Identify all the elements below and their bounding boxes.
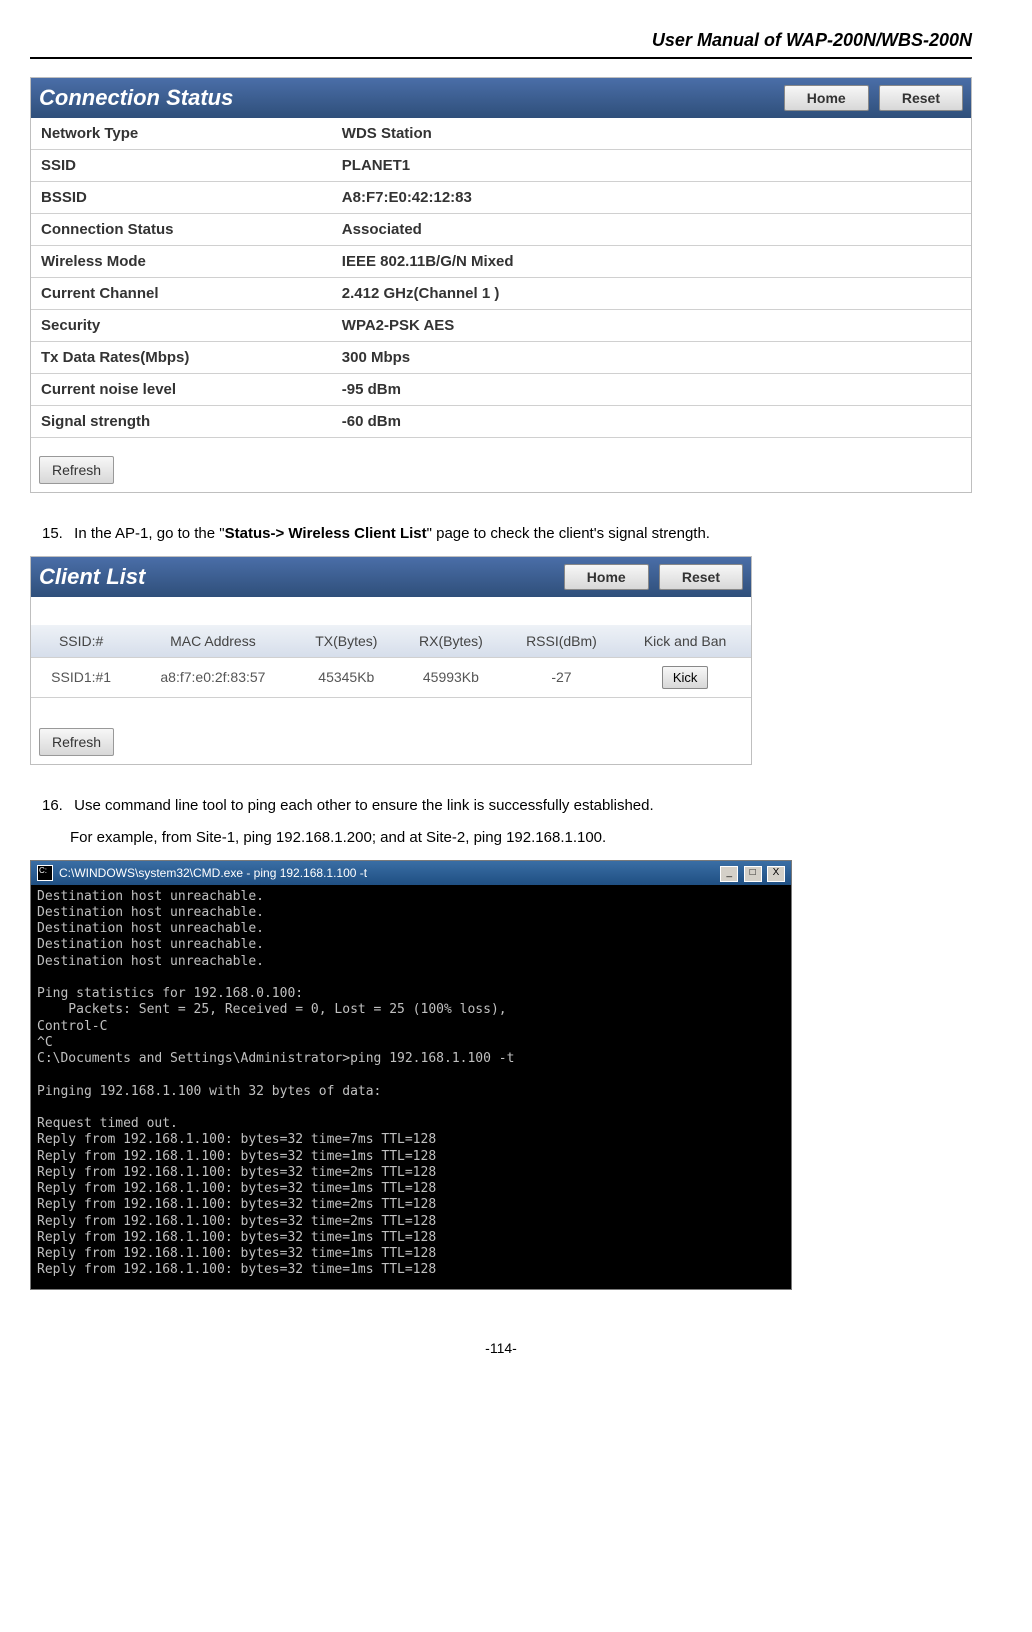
table-row: SSID1:#1 a8:f7:e0:2f:83:57 45345Kb 45993… [31,657,751,697]
row-value: WPA2-PSK AES [332,310,971,342]
panel-title: Connection Status [39,85,233,111]
step-number: 15. [42,523,70,546]
row-label: Connection Status [31,214,332,246]
column-header: MAC Address [131,625,294,658]
row-value: A8:F7:E0:42:12:83 [332,182,971,214]
row-label: Tx Data Rates(Mbps) [31,342,332,374]
step-text: In the AP-1, go to the " [74,525,224,542]
table-row: Current Channel2.412 GHz(Channel 1 ) [31,278,971,310]
step-16: 16. Use command line tool to ping each o… [42,795,972,818]
row-label: Wireless Mode [31,246,332,278]
reset-button[interactable]: Reset [879,85,963,111]
status-table: Network TypeWDS StationSSIDPLANET1BSSIDA… [31,118,971,438]
cell-mac: a8:f7:e0:2f:83:57 [131,657,294,697]
panel-header: Connection Status Home Reset [31,78,971,118]
row-label: SSID [31,150,332,182]
home-button[interactable]: Home [564,564,649,590]
kick-button[interactable]: Kick [662,666,709,689]
step-number: 16. [42,795,70,818]
doc-header: User Manual of WAP-200N/WBS-200N [30,30,972,59]
step-16b: For example, from Site-1, ping 192.168.1… [70,827,972,850]
row-label: Current Channel [31,278,332,310]
page-number: -114- [30,1340,972,1356]
panel-header: Client List Home Reset [31,557,751,597]
maximize-button[interactable]: □ [744,866,762,882]
column-header: TX(Bytes) [295,625,399,658]
reset-button[interactable]: Reset [659,564,743,590]
step-text-b: " page to check the client's signal stre… [427,525,710,542]
table-row: Wireless ModeIEEE 802.11B/G/N Mixed [31,246,971,278]
refresh-button[interactable]: Refresh [39,728,114,756]
cell-ssid: SSID1:#1 [31,657,131,697]
row-value: 2.412 GHz(Channel 1 ) [332,278,971,310]
step-text: Use command line tool to ping each other… [74,797,653,814]
column-header: RSSI(dBm) [504,625,619,658]
client-table: SSID:#MAC AddressTX(Bytes)RX(Bytes)RSSI(… [31,625,751,698]
table-row: SSIDPLANET1 [31,150,971,182]
row-value: -95 dBm [332,374,971,406]
cell-tx: 45345Kb [295,657,399,697]
cmd-titlebar: C:\WINDOWS\system32\CMD.exe - ping 192.1… [31,861,791,885]
connection-status-panel: Connection Status Home Reset Network Typ… [30,77,972,493]
row-label: Network Type [31,118,332,150]
row-label: Current noise level [31,374,332,406]
table-row: SecurityWPA2-PSK AES [31,310,971,342]
column-header: SSID:# [31,625,131,658]
row-value: WDS Station [332,118,971,150]
cmd-window: C:\WINDOWS\system32\CMD.exe - ping 192.1… [30,860,792,1290]
table-row: Current noise level-95 dBm [31,374,971,406]
row-value: -60 dBm [332,406,971,438]
table-row: BSSIDA8:F7:E0:42:12:83 [31,182,971,214]
close-button[interactable]: X [767,866,785,882]
row-value: IEEE 802.11B/G/N Mixed [332,246,971,278]
refresh-button[interactable]: Refresh [39,456,114,484]
row-value: Associated [332,214,971,246]
table-row: Signal strength-60 dBm [31,406,971,438]
table-row: Connection StatusAssociated [31,214,971,246]
row-value: PLANET1 [332,150,971,182]
row-label: BSSID [31,182,332,214]
row-label: Security [31,310,332,342]
cmd-title-text: C:\WINDOWS\system32\CMD.exe - ping 192.1… [59,866,367,880]
row-value: 300 Mbps [332,342,971,374]
step-bold: Status-> Wireless Client List [225,525,427,542]
column-header: RX(Bytes) [398,625,504,658]
home-button[interactable]: Home [784,85,869,111]
cmd-icon [37,865,53,881]
panel-title: Client List [39,564,145,590]
step-15: 15. In the AP-1, go to the "Status-> Wir… [42,523,972,546]
cmd-output: Destination host unreachable. Destinatio… [31,885,791,1289]
cell-rx: 45993Kb [398,657,504,697]
cell-kick: Kick [619,657,751,697]
minimize-button[interactable]: _ [720,866,738,882]
table-row: Tx Data Rates(Mbps)300 Mbps [31,342,971,374]
column-header: Kick and Ban [619,625,751,658]
row-label: Signal strength [31,406,332,438]
table-row: Network TypeWDS Station [31,118,971,150]
cell-rssi: -27 [504,657,619,697]
client-list-panel: Client List Home Reset SSID:#MAC Address… [30,556,752,765]
